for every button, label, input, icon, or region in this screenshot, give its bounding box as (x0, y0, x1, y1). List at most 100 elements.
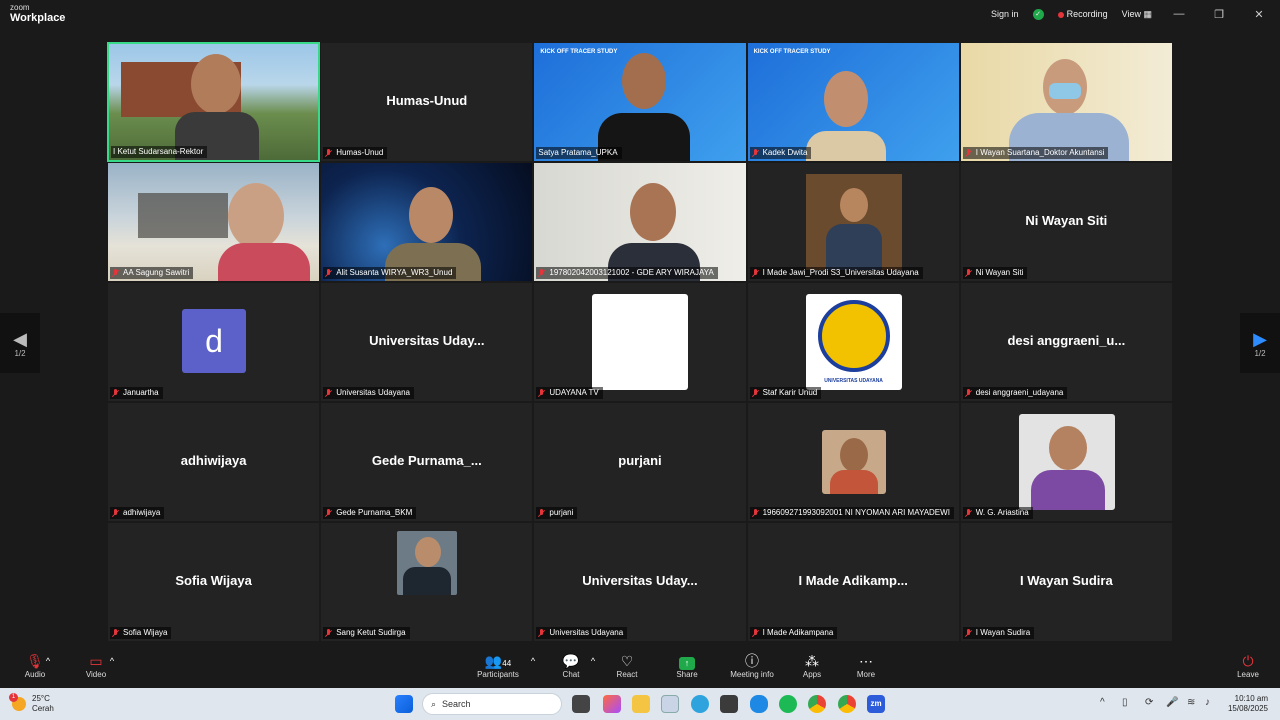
file-explorer-icon[interactable] (632, 695, 650, 713)
participant-face (415, 537, 442, 567)
participant-display-name: desi anggraeni_u... (1007, 333, 1126, 348)
participant-body (805, 131, 886, 161)
video-tile[interactable]: Humas-Unud Humas-Unud (320, 42, 534, 162)
leave-button[interactable]: ⏻ Leave (1218, 652, 1278, 679)
sign-in-link[interactable]: Sign in (991, 9, 1019, 19)
video-tile[interactable]: I Made Adikamp... I Made Adikampana (746, 522, 960, 642)
participants-options-chevron[interactable]: ^ (523, 652, 543, 670)
video-tile[interactable]: W. G. Ariastina (959, 402, 1173, 522)
muted-mic-icon (752, 268, 759, 278)
participant-face (839, 438, 868, 472)
participant-display-name: Sofia Wijaya (175, 573, 252, 588)
video-tile[interactable]: AA Sagung Sawitri (107, 162, 321, 282)
maximize-icon[interactable]: ❐ (1206, 8, 1232, 21)
muted-mic-icon (965, 268, 972, 278)
participant-body (403, 567, 452, 595)
participant-display-name: I Made Adikamp... (798, 573, 908, 588)
more-label: More (856, 670, 876, 679)
shield-icon[interactable]: ✓ (1032, 8, 1044, 20)
participant-body (825, 224, 882, 270)
view-button[interactable]: View ▦ (1122, 9, 1152, 20)
zoom-app-icon[interactable]: zm (867, 695, 885, 713)
clock[interactable]: 10:10 am 15/08/2025 (1228, 694, 1268, 714)
close-icon[interactable]: ✕ (1246, 8, 1272, 21)
telegram-icon[interactable] (691, 695, 709, 713)
video-tile[interactable]: UDAYANA TV (533, 282, 747, 402)
chat-label: Chat (562, 670, 580, 679)
windows-start-icon[interactable] (395, 695, 413, 713)
participant-name: adhiwijaya (110, 507, 165, 519)
record-dot-icon (1057, 11, 1064, 18)
weather-widget[interactable]: 1 25°C Cerah (9, 693, 54, 714)
muted-mic-icon (752, 148, 759, 158)
audio-options-chevron[interactable]: ^ (38, 652, 58, 670)
video-tile[interactable]: Sofia Wijaya Sofia Wijaya (107, 522, 321, 642)
task-view-icon[interactable] (572, 695, 590, 713)
participant-display-name: Ni Wayan Siti (1025, 213, 1108, 228)
browser-active-icon[interactable] (661, 695, 679, 713)
video-tile[interactable]: Alit Susanta WIRYA_WR3_Unud (320, 162, 534, 282)
muted-mic-icon (538, 388, 545, 398)
sync-icon[interactable]: ⟳ (1145, 697, 1153, 708)
video-tile[interactable]: Gede Purnama_... Gede Purnama_BKM (320, 402, 534, 522)
muted-mic-icon (965, 508, 972, 518)
video-tile[interactable]: adhiwijaya adhiwijaya (107, 402, 321, 522)
video-tile[interactable]: I Wayan Sudira I Wayan Sudira (959, 522, 1173, 642)
copilot-icon[interactable] (603, 695, 621, 713)
share-icon: ↑ (657, 652, 717, 670)
audio-label: Audio (24, 670, 46, 679)
participant-display-name: adhiwijaya (180, 453, 247, 468)
chrome-profile-icon[interactable] (838, 695, 856, 713)
chevron-up-icon[interactable]: ^ (1100, 697, 1105, 708)
participant-body (829, 470, 878, 494)
spotify-icon[interactable] (779, 695, 797, 713)
video-tile[interactable]: UNIVERSITAS UDAYANA Staf Karir Unud (746, 282, 960, 402)
video-tile[interactable]: KICK OFF TRACER STUDY Satya Pratama_UPKA (533, 42, 747, 162)
profile-photo (397, 531, 458, 595)
calculator-icon[interactable] (720, 695, 738, 713)
video-tile[interactable]: 197802042003121002 - GDE ARY WIRAJAYA (533, 162, 747, 282)
taskbar-search[interactable]: ⌕ Search (422, 693, 562, 715)
prev-page-button[interactable]: ◀ 1/2 (0, 313, 40, 373)
video-tile[interactable]: desi anggraeni_u... desi anggraeni_udaya… (959, 282, 1173, 402)
gallery-grid: I Ketut Sudarsana-Rektor Humas-Unud Huma… (107, 42, 1173, 642)
zoom-logo: zoom Workplace (10, 3, 65, 24)
battery-icon[interactable]: ▯ (1122, 697, 1128, 708)
video-tile[interactable]: Universitas Uday... Universitas Udayana (533, 522, 747, 642)
participant-name: I Ketut Sudarsana-Rektor (111, 146, 208, 158)
onedrive-icon[interactable] (750, 695, 768, 713)
wifi-icon[interactable]: ≋ (1187, 697, 1195, 708)
recording-indicator[interactable]: Recording (1057, 9, 1108, 19)
arrow-right-icon: ▶ (1253, 328, 1267, 349)
video-feed: KICK OFF TRACER STUDY (534, 43, 746, 161)
participants-button[interactable]: 👥44 Participants (468, 652, 528, 679)
video-tile[interactable]: I Made Jawi_Prodi S3_Universitas Udayana (746, 162, 960, 282)
video-tile[interactable]: Ni Wayan Siti Ni Wayan Siti (959, 162, 1173, 282)
video-tile[interactable]: 196609271993092001 NI NYOMAN ARI MAYADEW… (746, 402, 960, 522)
microphone-icon[interactable]: 🎤 (1166, 697, 1178, 708)
apps-button[interactable]: ⁂ Apps (782, 652, 842, 679)
video-tile[interactable]: d Januartha (107, 282, 321, 402)
profile-photo (1018, 414, 1115, 510)
video-tile[interactable]: KICK OFF TRACER STUDY Kadek Dwita (746, 42, 960, 162)
minimize-icon[interactable]: — (1166, 8, 1192, 20)
profile-photo (821, 430, 886, 494)
video-tile[interactable]: purjani purjani (533, 402, 747, 522)
video-tile[interactable]: I Wayan Suartana_Doktor Akuntansi (959, 42, 1173, 162)
video-tile[interactable]: Universitas Uday... Universitas Udayana (320, 282, 534, 402)
react-button[interactable]: ♡ React (597, 652, 657, 679)
video-tile[interactable]: I Ketut Sudarsana-Rektor (107, 42, 321, 162)
next-page-button[interactable]: ▶ 1/2 (1240, 313, 1280, 373)
video-tile[interactable]: Sang Ketut Sudirga (320, 522, 534, 642)
meeting-info-button[interactable]: ⓘ Meeting info (722, 652, 782, 679)
volume-icon[interactable]: ♪ (1205, 697, 1210, 708)
page-indicator-right: 1/2 (1254, 348, 1266, 358)
chrome-icon[interactable] (808, 695, 826, 713)
video-options-chevron[interactable]: ^ (102, 652, 122, 670)
temperature: 25°C (32, 694, 50, 703)
muted-mic-icon (965, 148, 972, 158)
participants-icon: 👥44 (484, 653, 512, 669)
muted-mic-icon (112, 508, 119, 518)
share-button[interactable]: ↑ Share (657, 652, 717, 679)
more-button[interactable]: ⋯ More (836, 652, 896, 679)
